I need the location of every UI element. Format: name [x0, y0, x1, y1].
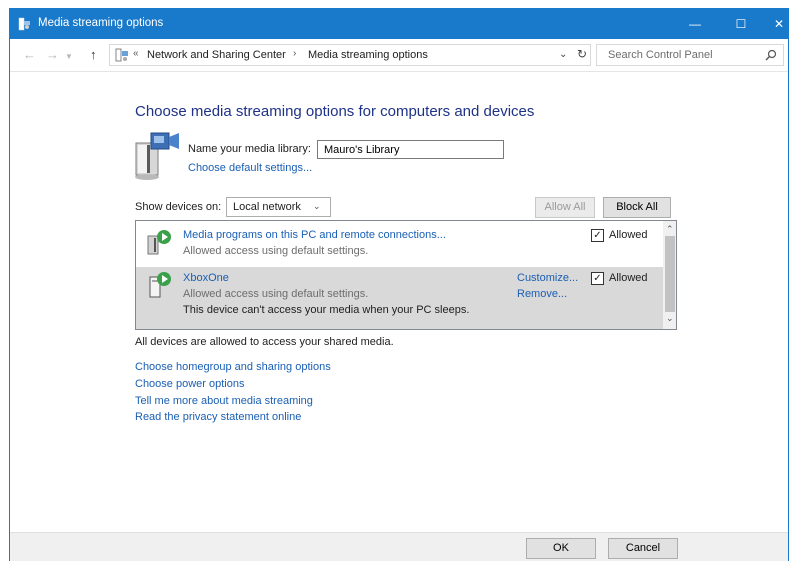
scroll-down-icon[interactable]: ⌄ — [666, 313, 674, 324]
customize-link[interactable]: Customize... — [517, 272, 578, 284]
ok-button[interactable]: OK — [526, 538, 596, 559]
device-row-xboxone[interactable]: XboxOne Allowed access using default set… — [136, 267, 663, 329]
breadcrumb-separator-icon[interactable]: › — [293, 48, 296, 59]
show-devices-label: Show devices on: — [135, 201, 222, 213]
media-library-icon — [135, 132, 179, 180]
media-streaming-window: Media streaming options — ☐ ✕ ← → ▼ ↑ « … — [9, 8, 789, 561]
show-devices-value: Local network — [233, 201, 301, 213]
address-dropdown-chevron-icon[interactable]: ⌄ — [559, 49, 567, 60]
privacy-statement-link[interactable]: Read the privacy statement online — [135, 411, 301, 423]
recent-locations-chevron-icon[interactable]: ▼ — [65, 50, 73, 63]
forward-arrow-icon[interactable]: → — [46, 48, 59, 61]
control-panel-icon — [115, 48, 128, 62]
close-button[interactable]: ✕ — [764, 9, 788, 39]
allowed-checkbox[interactable]: ✓ — [591, 229, 604, 242]
sharing-status-text: All devices are allowed to access your s… — [135, 336, 394, 348]
choose-default-settings-link[interactable]: Choose default settings... — [188, 162, 312, 174]
control-panel-app-icon — [18, 17, 30, 31]
page-heading: Choose media streaming options for compu… — [135, 103, 535, 120]
window-title: Media streaming options — [38, 17, 164, 29]
device-list-scrollbar[interactable]: ⌃ ⌄ — [663, 221, 676, 329]
scrollbar-thumb[interactable] — [665, 236, 675, 312]
power-options-link[interactable]: Choose power options — [135, 378, 244, 390]
device-description: Allowed access using default settings. — [183, 245, 369, 257]
media-streaming-help-link[interactable]: Tell me more about media streaming — [135, 395, 313, 407]
device-sleep-note: This device can't access your media when… — [183, 304, 470, 316]
homegroup-sharing-link[interactable]: Choose homegroup and sharing options — [135, 361, 331, 373]
main-content: Choose media streaming options for compu… — [10, 73, 788, 532]
show-devices-select[interactable]: Local network ⌄ — [226, 197, 331, 217]
device-row-media-programs[interactable]: Media programs on this PC and remote con… — [136, 221, 663, 266]
search-icon[interactable] — [764, 48, 778, 62]
dialog-footer: OK Cancel — [10, 532, 788, 561]
remove-link[interactable]: Remove... — [517, 288, 567, 300]
device-list[interactable]: Media programs on this PC and remote con… — [135, 220, 677, 330]
device-description: Allowed access using default settings. — [183, 288, 369, 300]
scroll-up-icon[interactable]: ⌃ — [666, 224, 674, 235]
navigation-bar: ← → ▼ ↑ « Network and Sharing Center › M… — [10, 39, 788, 72]
media-device-icon — [147, 230, 171, 255]
device-name-media-programs[interactable]: Media programs on this PC and remote con… — [183, 229, 446, 241]
allowed-label[interactable]: Allowed — [609, 229, 648, 241]
back-arrow-icon[interactable]: ← — [23, 48, 36, 61]
allow-all-button[interactable]: Allow All — [535, 197, 595, 218]
search-input[interactable] — [598, 46, 758, 64]
device-name-xboxone[interactable]: XboxOne — [183, 272, 229, 284]
cancel-button[interactable]: Cancel — [608, 538, 678, 559]
search-box[interactable] — [596, 44, 784, 66]
allowed-label[interactable]: Allowed — [609, 272, 648, 284]
breadcrumb-network-and-sharing-center[interactable]: Network and Sharing Center — [147, 49, 286, 61]
library-name-input[interactable] — [317, 140, 504, 159]
breadcrumb-overflow-icon[interactable]: « — [133, 48, 139, 59]
library-name-label: Name your media library: — [188, 143, 311, 155]
breadcrumb-media-streaming-options[interactable]: Media streaming options — [308, 49, 428, 61]
maximize-button[interactable]: ☐ — [718, 9, 764, 39]
refresh-icon[interactable]: ↻ — [577, 47, 587, 61]
title-bar: Media streaming options — ☐ ✕ — [10, 9, 788, 39]
chevron-down-icon: ⌄ — [313, 201, 321, 211]
up-arrow-icon[interactable]: ↑ — [90, 48, 97, 61]
xbox-device-icon — [149, 272, 171, 298]
block-all-button[interactable]: Block All — [603, 197, 671, 218]
address-bar[interactable]: « Network and Sharing Center › Media str… — [109, 44, 591, 66]
minimize-button[interactable]: — — [672, 9, 718, 39]
allowed-checkbox[interactable]: ✓ — [591, 272, 604, 285]
